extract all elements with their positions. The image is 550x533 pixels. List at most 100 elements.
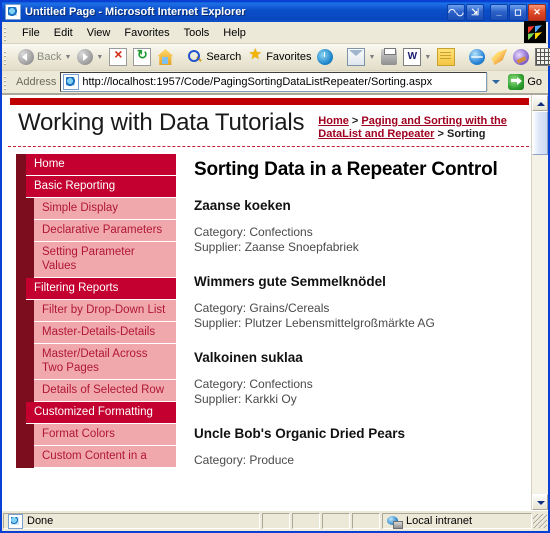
favorites-star-icon [247, 47, 263, 65]
sidebar-item-declarative-parameters[interactable]: Declarative Parameters [16, 220, 176, 242]
notes-button[interactable] [434, 45, 458, 69]
breadcrumb: Home > Paging and Sorting with the DataL… [304, 109, 523, 141]
status-message-panel: Done [3, 513, 260, 529]
chevron-down-icon[interactable] [487, 73, 505, 91]
status-spacer-1 [262, 513, 290, 529]
vertical-scrollbar[interactable] [531, 95, 548, 510]
scroll-up-arrow-icon[interactable] [532, 95, 548, 111]
sidebar-edge [16, 300, 34, 322]
toolbar-drag-grip[interactable] [4, 49, 12, 65]
menu-item-edit[interactable]: Edit [47, 25, 80, 41]
msn-icon [469, 49, 486, 65]
title-bar: Untitled Page - Microsoft Internet Explo… [2, 2, 548, 22]
product-item: Zaanse koeken Category: Confections Supp… [194, 198, 517, 255]
close-button[interactable]: ✕ [528, 3, 546, 21]
sidebar-item-label: Custom Content in a [34, 446, 176, 468]
sidebar-item-master-details-details[interactable]: Master-Details-Details [16, 322, 176, 344]
product-name: Valkoinen suklaa [194, 350, 303, 365]
security-zone-panel[interactable]: Local intranet [382, 513, 532, 529]
sidebar-item-label: Setting Parameter Values [34, 242, 176, 278]
scroll-down-arrow-icon[interactable] [532, 494, 548, 510]
navigation-toolbar: Back ▼ ▼ Search Favorites ▼ ▼ [2, 44, 550, 71]
sidebar-item-simple-display[interactable]: Simple Display [16, 198, 176, 220]
sidebar-item-details-of-selected-row[interactable]: Details of Selected Row [16, 380, 176, 402]
home-button[interactable] [154, 45, 176, 69]
edit-chevron-down-icon[interactable]: ▼ [424, 54, 431, 61]
sidebar-item-basic-reporting[interactable]: Basic Reporting [16, 176, 176, 198]
product-item: Uncle Bob's Organic Dried Pears Category… [194, 426, 517, 468]
print-button[interactable] [378, 45, 400, 69]
address-value[interactable]: http://localhost:1957/Code/PagingSorting… [82, 76, 432, 88]
messenger-button[interactable] [488, 45, 510, 69]
sidebar-item-format-colors[interactable]: Format Colors [16, 424, 176, 446]
forward-chevron-down-icon[interactable]: ▼ [96, 54, 103, 61]
windows-flag-icon [524, 21, 546, 43]
mail-button[interactable]: ▼ [344, 45, 378, 69]
menu-drag-grip[interactable] [4, 24, 12, 41]
menu-item-file[interactable]: File [15, 25, 47, 41]
go-button[interactable]: Go [504, 72, 546, 92]
sidebar-item-customized-formatting[interactable]: Customized Formatting [16, 402, 176, 424]
sidebar-item-master-detail-across-two-pages[interactable]: Master/Detail Across Two Pages [16, 344, 176, 380]
sidebar-item-setting-parameter-values[interactable]: Setting Parameter Values [16, 242, 176, 278]
detach-tab-button[interactable]: ⇲ [466, 3, 484, 21]
sidebar-item-label: Filtering Reports [26, 278, 176, 300]
menu-item-favorites[interactable]: Favorites [117, 25, 176, 41]
breadcrumb-link-home[interactable]: Home [318, 115, 349, 127]
menu-item-help[interactable]: Help [216, 25, 253, 41]
grid-icon [535, 48, 550, 66]
mail-chevron-down-icon[interactable]: ▼ [368, 54, 375, 61]
stop-button[interactable] [106, 45, 130, 69]
forward-button[interactable]: ▼ [74, 45, 106, 69]
sidebar-item-label: Basic Reporting [26, 176, 176, 198]
go-arrow-icon [508, 74, 525, 90]
product-details: Category: Confections Supplier: Zaanse S… [194, 225, 517, 255]
sidebar-item-filter-by-drop-down-list[interactable]: Filter by Drop-Down List [16, 300, 176, 322]
sidebar-item-label: Format Colors [34, 424, 176, 446]
messenger-icon [491, 49, 508, 65]
security-zone-text: Local intranet [406, 515, 473, 527]
sidebar-edge [16, 278, 26, 300]
msn-button[interactable] [466, 45, 488, 69]
edit-word-button[interactable]: ▼ [400, 45, 434, 69]
minimize-button[interactable]: _ [490, 3, 508, 21]
address-bar: Address http://localhost:1957/Code/Pagin… [2, 71, 548, 94]
resize-grip[interactable] [533, 514, 547, 528]
sidebar-edge [16, 402, 26, 424]
scrollbar-track[interactable] [532, 155, 548, 494]
maximize-button[interactable]: ◻ [509, 3, 527, 21]
sidebar-navigation: Home Basic Reporting Simple Display Decl… [16, 154, 176, 468]
restore-group-button[interactable]: ◠◡ [447, 3, 465, 21]
sidebar-item-filtering-reports[interactable]: Filtering Reports [16, 278, 176, 300]
address-input[interactable]: http://localhost:1957/Code/PagingSorting… [60, 72, 488, 92]
grid-button[interactable] [532, 45, 550, 69]
page-top-rule [10, 98, 529, 105]
history-button[interactable] [314, 45, 336, 69]
menu-bar: File Edit View Favorites Tools Help [2, 21, 548, 44]
back-label: Back [37, 51, 62, 63]
favorites-button[interactable]: Favorites [244, 45, 314, 69]
refresh-icon [133, 47, 152, 66]
address-drag-grip[interactable] [4, 74, 12, 90]
favorites-label: Favorites [266, 51, 312, 63]
refresh-button[interactable] [130, 45, 154, 69]
print-icon [381, 48, 398, 65]
product-details: Category: Produce [194, 453, 517, 468]
sidebar-item-label: Details of Selected Row [34, 380, 176, 402]
home-icon [157, 49, 174, 65]
product-supplier: Supplier: Zaanse Snoepfabriek [194, 240, 359, 254]
scrollbar-thumb[interactable] [532, 111, 548, 155]
status-spacer-2 [292, 513, 320, 529]
search-button[interactable]: Search [184, 45, 244, 69]
sidebar-item-custom-content[interactable]: Custom Content in a [16, 446, 176, 468]
sidebar-item-label: Master-Details-Details [34, 322, 176, 344]
search-icon [187, 49, 203, 65]
back-chevron-down-icon[interactable]: ▼ [64, 54, 71, 61]
product-supplier: Supplier: Karkki Oy [194, 392, 297, 406]
discuss-button[interactable] [510, 45, 532, 69]
menu-item-tools[interactable]: Tools [177, 25, 217, 41]
menu-item-view[interactable]: View [80, 25, 118, 41]
sidebar-item-home[interactable]: Home [16, 154, 176, 176]
product-name: Uncle Bob's Organic Dried Pears [194, 426, 406, 441]
back-button[interactable]: Back ▼ [15, 45, 74, 69]
